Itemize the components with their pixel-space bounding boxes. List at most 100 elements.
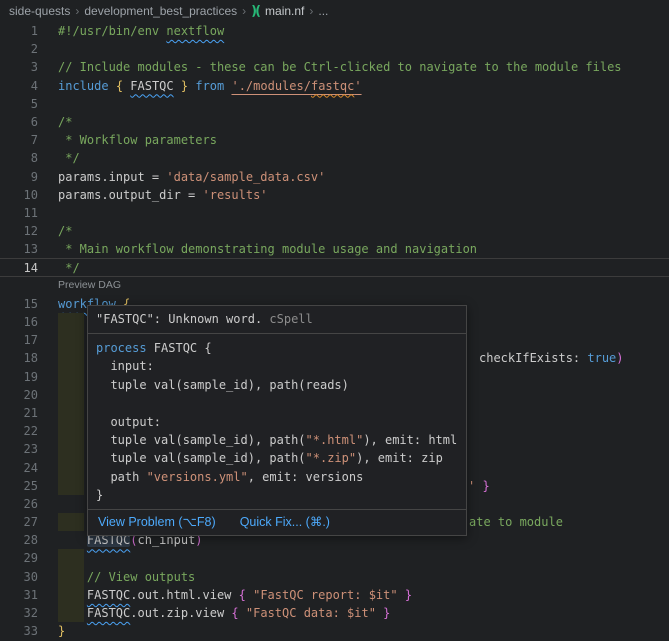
code-text: ate to module [469,513,563,531]
code-token: , emit: versions [248,470,364,484]
hover-code-line: process FASTQC { [96,339,458,357]
code-token: #!/usr/bin/env [58,24,166,38]
breadcrumb-item[interactable]: main.nf [265,4,304,18]
code-line[interactable]: 30 // View outputs [0,568,669,586]
breadcrumb-item[interactable]: side-quests [9,4,70,18]
line-number: 6 [0,113,38,131]
code-line[interactable]: 33} [0,622,669,640]
code-line[interactable]: 12/* [0,222,669,240]
code-token: */ [58,261,80,275]
code-token: params.input = [58,170,166,184]
code-token: ate to module [469,515,563,529]
code-token: process [96,341,147,355]
line-number: 28 [0,531,38,549]
hover-diagnostic-message: "FASTQC": Unknown word. cSpell [88,306,466,333]
code-token: FASTQC [130,79,173,93]
code-line[interactable]: 2 [0,40,669,58]
code-token: "*.zip" [306,451,357,465]
code-line[interactable]: 29 [0,549,669,567]
code-token: "FastQC data: $it" [246,606,376,620]
line-number: 23 [0,440,38,458]
code-token: 'data/sample_data.csv' [166,170,325,184]
line-number: 1 [0,22,38,40]
breadcrumb-separator-icon: › [242,4,246,18]
codelens-row[interactable]: Preview DAG [0,277,669,295]
line-number: 16 [0,313,38,331]
line-number: 8 [0,149,38,167]
code-token: input: [96,359,154,373]
code-line[interactable]: 14 */ [0,258,669,276]
code-token: ), emit: html [363,433,457,447]
code-line[interactable]: 10 params.output_dir = 'results' [0,186,669,204]
hover-code-line: output: [96,413,458,431]
code-token [58,570,87,584]
hover-code-line: tuple val(sample_id), path(reads) [96,376,458,394]
vscode-editor-window: { "palette": { "bg": "#1f2123", "band": … [0,0,669,641]
code-text: FASTQC.out.zip.view { "FastQC data: $it"… [58,604,390,622]
code-line[interactable]: 5 [0,95,669,113]
code-token: ) [616,351,623,365]
code-token: // View outputs [87,570,195,584]
diagnostic-text: "FASTQC": Unknown word. [96,312,269,326]
code-token: FASTQC [87,588,130,602]
nextflow-icon: )( [251,3,259,19]
view-problem-link[interactable]: View Problem (⌥F8) [98,514,216,531]
code-token: } [482,479,489,493]
code-token [174,79,181,93]
code-line[interactable]: 3// Include modules - these can be Ctrl-… [0,58,669,76]
code-line[interactable]: 6/* [0,113,669,131]
line-number: 11 [0,204,38,222]
code-token: checkIfExists: [479,351,587,365]
line-number: 25 [0,477,38,495]
line-number: 27 [0,513,38,531]
code-line[interactable]: 11 [0,204,669,222]
code-line[interactable]: 31 FASTQC.out.html.view { "FastQC report… [0,586,669,604]
code-line[interactable]: 13 * Main workflow demonstrating module … [0,240,669,258]
code-token: './modules/ [231,79,310,93]
line-number: 17 [0,331,38,349]
line-number: 9 [0,168,38,186]
code-text: ' } [468,477,490,495]
quick-fix-link[interactable]: Quick Fix... (⌘.) [240,514,330,531]
line-number: 13 [0,240,38,258]
codelens-preview-dag[interactable]: Preview DAG [58,278,121,293]
line-number: 10 [0,186,38,204]
code-token: ' [354,79,361,93]
code-token: params.output_dir = [58,188,203,202]
code-text: #!/usr/bin/env nextflow [58,22,224,40]
code-token: "*.html" [306,433,364,447]
breadcrumb-item[interactable]: ... [318,4,328,18]
code-token: from [195,79,224,93]
code-line[interactable]: 4include { FASTQC } from './modules/fast… [0,77,669,95]
line-number: 5 [0,95,38,113]
code-token: * Workflow parameters [58,133,217,147]
code-text: /* [58,222,72,240]
code-line[interactable]: 7 * Workflow parameters [0,131,669,149]
code-token: tuple val(sample_id), path( [96,451,306,465]
line-number: 21 [0,404,38,422]
code-token: .out.html.view [130,588,238,602]
code-token: fastqc [311,79,354,93]
hover-widget: "FASTQC": Unknown word. cSpell process F… [87,305,467,536]
diagnostic-source: cSpell [269,312,312,326]
line-number: 4 [0,77,38,95]
code-token: { [239,588,246,602]
breadcrumb-separator-icon: › [309,4,313,18]
line-number: 24 [0,459,38,477]
hover-code-line: path "versions.yml", emit: versions [96,468,458,486]
breadcrumb: side-quests › development_best_practices ›)… [0,0,669,22]
line-number: 31 [0,586,38,604]
code-line[interactable]: 8 */ [0,149,669,167]
hover-code-line: tuple val(sample_id), path("*.html"), em… [96,431,458,449]
code-text: params.output_dir = 'results' [58,186,268,204]
breadcrumb-item[interactable]: development_best_practices [84,4,237,18]
code-token: // Include modules - these can be Ctrl-c… [58,60,622,74]
code-token [109,79,116,93]
code-line[interactable]: 1 #!/usr/bin/env nextflow [0,22,669,40]
code-line[interactable]: 9 params.input = 'data/sample_data.csv' [0,168,669,186]
code-text: */ [58,149,80,167]
code-text: FASTQC.out.html.view { "FastQC report: $… [58,586,412,604]
code-line[interactable]: 32 FASTQC.out.zip.view { "FastQC data: $… [0,604,669,622]
code-token: { [116,79,123,93]
line-number: 7 [0,131,38,149]
